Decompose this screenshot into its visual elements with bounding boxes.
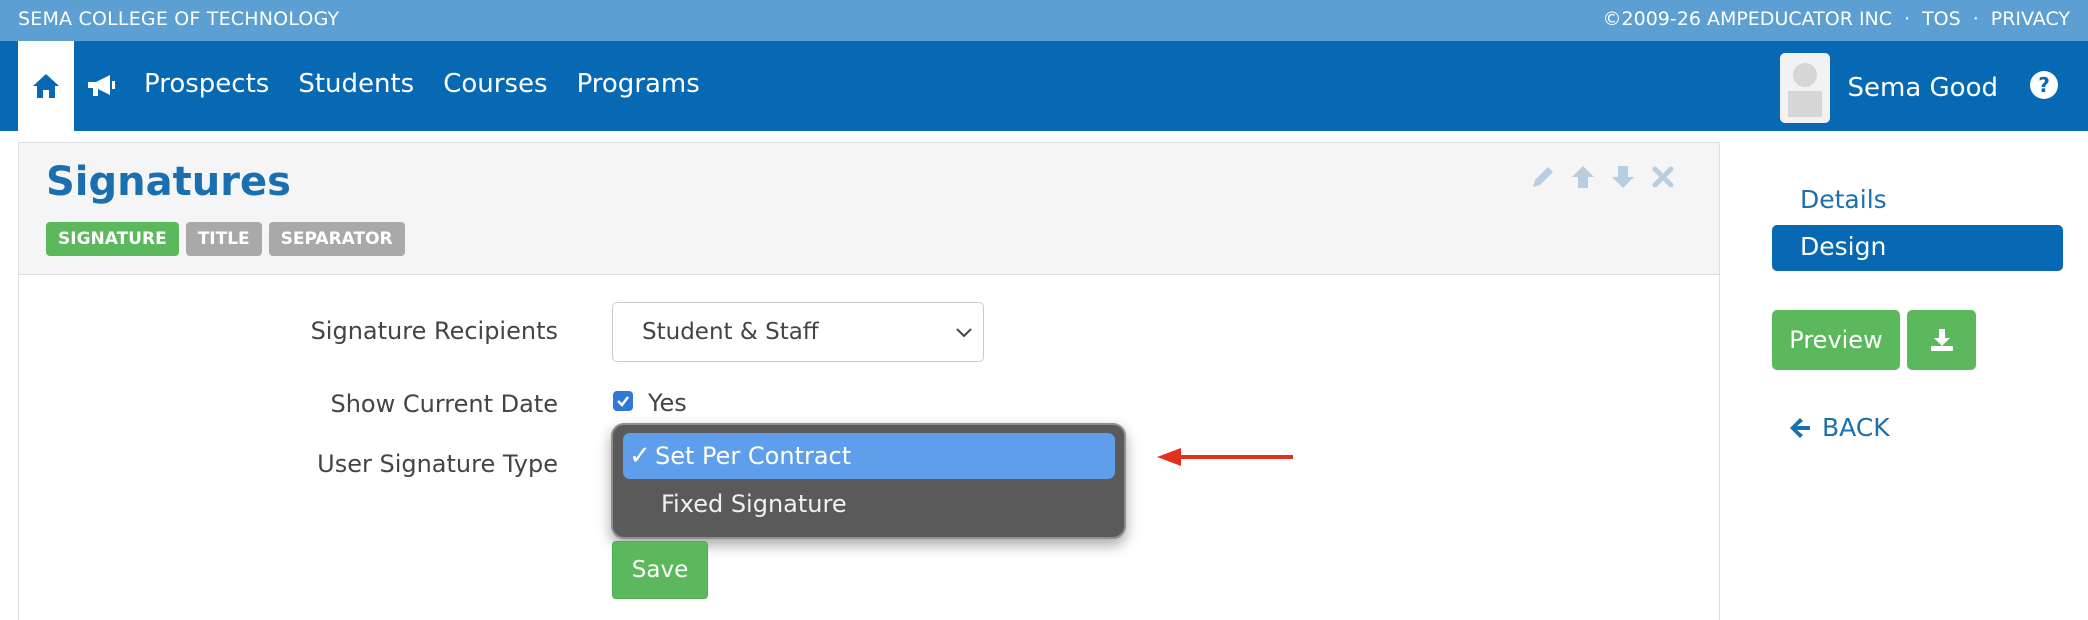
school-name: SEMA COLLEGE OF TECHNOLOGY [18, 8, 340, 30]
signature-recipients-select[interactable]: Student & Staff [612, 302, 984, 362]
option-label: Set Per Contract [655, 442, 852, 470]
save-button[interactable]: Save [612, 541, 708, 599]
nav-link-courses[interactable]: Courses [443, 69, 547, 99]
tos-link[interactable]: TOS [1922, 8, 1961, 30]
option-fixed-signature[interactable]: Fixed Signature [661, 490, 847, 518]
user-signature-type-dropdown[interactable]: ✓ Set Per Contract Fixed Signature [611, 423, 1126, 539]
avatar [1779, 53, 1830, 123]
copyright-text: ©2009-26 AMPEDUCATOR INC [1602, 8, 1893, 30]
badge-title[interactable]: TITLE [185, 222, 262, 256]
separator-dot: · [1972, 8, 1979, 30]
show-current-date-checkbox[interactable] [613, 391, 633, 411]
download-icon [1930, 329, 1953, 351]
signatures-panel: Signatures SIGNATURE TITLE SEPARATOR [18, 142, 1720, 620]
arrow-down-icon[interactable] [1609, 163, 1637, 191]
back-link[interactable]: BACK [1788, 413, 1890, 442]
chevron-down-icon [956, 328, 972, 338]
home-button[interactable] [18, 41, 74, 131]
signature-recipients-label: Signature Recipients [310, 317, 558, 345]
show-current-date-label: Show Current Date [330, 390, 558, 418]
footer-links: ©2009-26 AMPEDUCATOR INC · TOS · PRIVACY [1603, 8, 2070, 30]
preview-button[interactable]: Preview [1772, 310, 1900, 370]
user-name: Sema Good [1847, 73, 1999, 103]
separator-dot: · [1904, 8, 1911, 30]
check-icon [617, 396, 629, 407]
sidebar-item-design[interactable]: Design [1772, 225, 2063, 271]
badge-separator[interactable]: SEPARATOR [268, 222, 405, 256]
main-navbar: Prospects Students Courses Programs Sema… [0, 41, 2088, 131]
close-icon[interactable] [1649, 163, 1677, 191]
page-title: Signatures [46, 159, 291, 205]
back-arrow-icon [1790, 417, 1810, 438]
download-button[interactable] [1907, 310, 1976, 370]
panel-header: Signatures SIGNATURE TITLE SEPARATOR [19, 143, 1719, 275]
check-icon: ✓ [629, 441, 651, 471]
nav-link-students[interactable]: Students [298, 69, 414, 99]
nav-link-prospects[interactable]: Prospects [144, 69, 269, 99]
nav-links: Prospects Students Courses Programs [144, 69, 700, 99]
badge-signature[interactable]: SIGNATURE [46, 222, 179, 256]
back-label: BACK [1822, 413, 1890, 442]
element-type-badges: SIGNATURE TITLE SEPARATOR [46, 222, 405, 256]
user-signature-type-label: User Signature Type [317, 450, 558, 478]
top-utility-bar: SEMA COLLEGE OF TECHNOLOGY ©2009-26 AMPE… [0, 0, 2088, 41]
panel-tools [1529, 163, 1677, 191]
arrow-up-icon[interactable] [1569, 163, 1597, 191]
megaphone-icon [88, 75, 115, 96]
annotation-arrow [1157, 448, 1293, 466]
option-set-per-contract[interactable]: ✓ Set Per Contract [623, 433, 1115, 479]
nav-link-programs[interactable]: Programs [577, 69, 700, 99]
pencil-icon[interactable] [1529, 163, 1557, 191]
user-menu[interactable]: Sema Good [1779, 53, 1999, 123]
sidebar-item-details[interactable]: Details [1800, 185, 1887, 214]
home-icon [33, 74, 59, 98]
help-icon[interactable]: ? [2030, 71, 2058, 99]
signature-recipients-value: Student & Staff [642, 319, 819, 345]
show-current-date-yes: Yes [648, 389, 687, 417]
privacy-link[interactable]: PRIVACY [1991, 8, 2070, 30]
announcements-button[interactable] [84, 69, 118, 103]
